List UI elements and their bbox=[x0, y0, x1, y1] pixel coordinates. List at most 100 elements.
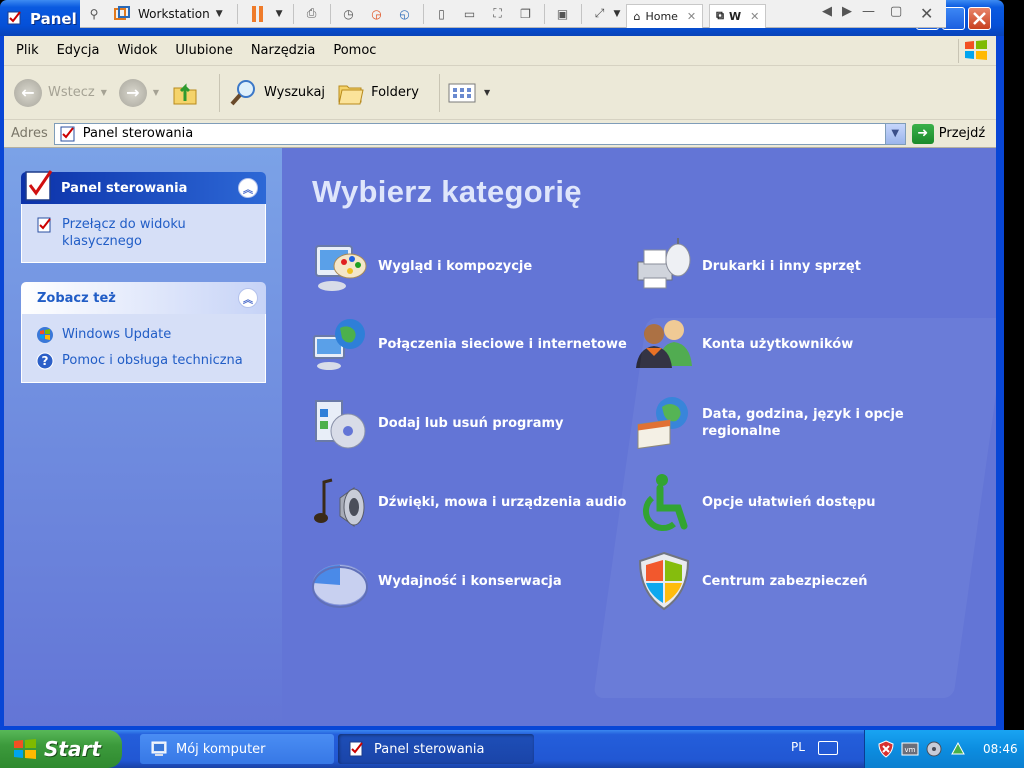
category-add-remove-programs[interactable]: Dodaj lub usuń programy bbox=[310, 393, 640, 453]
menu-view[interactable]: Widok bbox=[117, 43, 157, 58]
pause-icon[interactable] bbox=[251, 5, 266, 22]
vmware-tools-icon[interactable]: vm bbox=[901, 740, 919, 758]
category-performance[interactable]: Wydajność i konserwacja bbox=[310, 551, 640, 611]
chevron-down-icon[interactable]: ▼ bbox=[484, 88, 490, 97]
printer-icon bbox=[637, 238, 691, 289]
go-arrow-icon: ➜ bbox=[911, 123, 934, 144]
tab-scroll-left-icon[interactable]: ◀ bbox=[822, 4, 832, 19]
taskbar-item-label: Panel sterowania bbox=[374, 741, 485, 757]
close-icon[interactable]: ✕ bbox=[920, 4, 933, 23]
svg-text:?: ? bbox=[42, 354, 49, 368]
control-panel-taskbox-header[interactable]: Panel sterowania ︽ bbox=[21, 170, 266, 204]
close-button[interactable] bbox=[968, 7, 991, 30]
windows-logo-icon bbox=[958, 39, 988, 63]
unity-icon[interactable]: ❐ bbox=[517, 5, 535, 23]
control-panel-icon bbox=[25, 170, 53, 201]
category-printers[interactable]: Drukarki i inny sprzęt bbox=[634, 236, 964, 296]
switch-to-classic-view-link[interactable]: Przełącz do widoku klasycznego bbox=[36, 216, 255, 250]
collapse-icon[interactable]: ︽ bbox=[238, 178, 258, 198]
views-button[interactable]: ▼ bbox=[448, 82, 490, 104]
minimize-icon[interactable]: — bbox=[862, 4, 875, 19]
search-label: Wyszukaj bbox=[264, 85, 326, 100]
forward-button[interactable]: → ▼ bbox=[118, 78, 159, 107]
page-title: Wybierz kategorię bbox=[312, 174, 582, 209]
keyboard-icon[interactable] bbox=[818, 741, 838, 755]
taskbar-item-label: Mój komputer bbox=[176, 741, 266, 757]
category-label: Drukarki i inny sprzęt bbox=[702, 258, 861, 274]
go-button[interactable]: ➜ Przejdź bbox=[911, 123, 985, 144]
stretch-icon[interactable]: ⤢ bbox=[591, 5, 609, 23]
clock[interactable]: 08:46 bbox=[983, 742, 1018, 756]
windows-update-link[interactable]: Windows Update bbox=[36, 326, 255, 344]
sounds-icon bbox=[314, 478, 365, 527]
back-button[interactable]: ← Wstecz ▼ bbox=[14, 78, 107, 107]
thumbnail-toggle-icon[interactable]: ▭ bbox=[461, 5, 479, 23]
menu-edit[interactable]: Edycja bbox=[57, 43, 100, 58]
window-frame-left bbox=[0, 36, 4, 730]
category-label: Dźwięki, mowa i urządzenia audio bbox=[378, 494, 627, 510]
menu-tools[interactable]: Narzędzia bbox=[251, 43, 316, 58]
category-sounds[interactable]: Dźwięki, mowa i urządzenia audio bbox=[310, 472, 640, 532]
category-date-time-language[interactable]: Data, godzina, język i opcje regionalne bbox=[634, 393, 964, 453]
control-panel-icon bbox=[60, 126, 75, 141]
menu-favorites[interactable]: Ulubione bbox=[175, 43, 232, 58]
up-folder-button[interactable] bbox=[171, 79, 199, 107]
menu-help[interactable]: Pomoc bbox=[333, 43, 376, 58]
search-button[interactable]: Wyszukaj bbox=[228, 78, 325, 108]
console-icon[interactable]: ▣ bbox=[554, 5, 572, 23]
start-button[interactable]: Start bbox=[0, 730, 122, 768]
tab-vm[interactable]: ⧉ W ✕ bbox=[709, 3, 767, 28]
taskbar-item-control-panel[interactable]: Panel sterowania bbox=[338, 734, 534, 764]
network-status-icon[interactable] bbox=[925, 740, 943, 758]
menu-file[interactable]: Plik bbox=[16, 43, 39, 58]
category-label: Wydajność i konserwacja bbox=[378, 573, 562, 589]
close-tab-icon[interactable]: ✕ bbox=[687, 10, 696, 23]
chevron-down-icon[interactable]: ▼ bbox=[276, 9, 283, 19]
date-time-language-icon bbox=[637, 397, 688, 450]
category-network[interactable]: Połączenia sieciowe i internetowe bbox=[310, 314, 640, 374]
snapshot-manager-icon[interactable]: ◵ bbox=[396, 5, 414, 23]
chevron-down-icon[interactable]: ▼ bbox=[153, 88, 159, 97]
tab-scroll-right-icon[interactable]: ▶ bbox=[842, 4, 852, 19]
views-icon bbox=[448, 83, 476, 102]
chevron-down-icon[interactable]: ▼ bbox=[614, 9, 621, 19]
collapse-icon[interactable]: ︽ bbox=[238, 288, 258, 308]
language-indicator[interactable]: PL bbox=[791, 740, 805, 754]
link-label: Pomoc i obsługa techniczna bbox=[62, 353, 243, 368]
pin-icon[interactable]: ⚲ bbox=[85, 5, 103, 23]
send-keys-icon[interactable]: ⎙ bbox=[303, 5, 321, 23]
tab-home[interactable]: ⌂ Home ✕ bbox=[626, 3, 704, 28]
category-security-center[interactable]: Centrum zabezpieczeń bbox=[634, 551, 964, 611]
category-view: Wybierz kategorię Wygląd i kompozycje Po bbox=[282, 148, 1000, 726]
folders-button[interactable]: Foldery bbox=[337, 80, 419, 106]
help-icon: ? bbox=[36, 352, 54, 370]
taskbar-item-my-computer[interactable]: Mój komputer bbox=[140, 734, 334, 764]
window-title: Panel bbox=[30, 10, 77, 28]
chevron-down-icon[interactable]: ▼ bbox=[101, 88, 107, 97]
address-input[interactable]: Panel sterowania ▼ bbox=[53, 122, 906, 145]
restore-icon[interactable]: ▢ bbox=[890, 4, 902, 19]
fullscreen-icon[interactable]: ⛶ bbox=[489, 5, 507, 23]
performance-icon bbox=[312, 564, 368, 608]
address-value: Panel sterowania bbox=[82, 126, 194, 141]
vm-library-icon[interactable] bbox=[113, 5, 131, 23]
close-tab-icon[interactable]: ✕ bbox=[750, 10, 759, 23]
tab-label: W bbox=[729, 9, 742, 23]
category-label: Wygląd i kompozycje bbox=[378, 258, 533, 274]
chevron-down-icon[interactable]: ▼ bbox=[216, 9, 223, 19]
category-accessibility[interactable]: Opcje ułatwień dostępu bbox=[634, 472, 964, 532]
accessibility-icon bbox=[643, 474, 688, 531]
help-and-support-link[interactable]: ? Pomoc i obsługa techniczna bbox=[36, 352, 255, 370]
vm-name[interactable]: Workstation bbox=[138, 7, 210, 21]
category-user-accounts[interactable]: Konta użytkowników bbox=[634, 314, 964, 374]
safely-remove-hardware-icon[interactable] bbox=[949, 740, 967, 758]
revert-snapshot-icon[interactable]: ◶ bbox=[368, 5, 386, 23]
snapshot-icon[interactable]: ◷ bbox=[340, 5, 358, 23]
sidebar-toggle-icon[interactable]: ▯ bbox=[433, 5, 451, 23]
start-label: Start bbox=[44, 737, 101, 761]
category-appearance[interactable]: Wygląd i kompozycje bbox=[310, 236, 640, 296]
toolbar: ← Wstecz ▼ → ▼ Wyszukaj Foldery ▼ bbox=[4, 66, 1000, 120]
see-also-taskbox-header[interactable]: Zobacz też ︽ bbox=[21, 282, 266, 314]
security-alert-icon[interactable] bbox=[877, 740, 895, 758]
chevron-down-icon[interactable]: ▼ bbox=[884, 123, 905, 144]
